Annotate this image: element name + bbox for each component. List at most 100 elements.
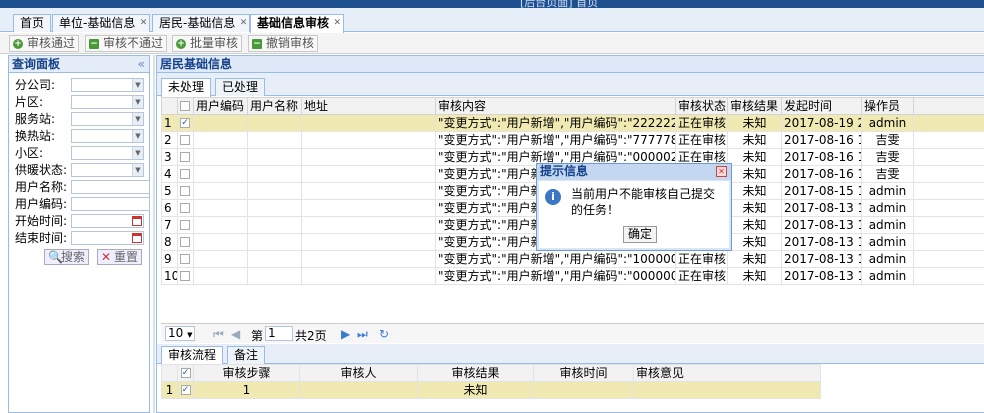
row-checkbox[interactable] (177, 250, 194, 268)
filler-cell (913, 233, 984, 251)
alert-dialog: 提示信息 ✕ i 当前用户不能审核自己提交的任务！ 确定 (536, 163, 732, 251)
tab-unprocessed[interactable]: 未处理 (161, 78, 212, 97)
filler-cell (913, 267, 984, 285)
row-number: 6 (161, 199, 178, 217)
community-label: 小区: (15, 146, 44, 160)
heating-status-label: 供暖状态: (15, 163, 68, 177)
next-page-icon[interactable]: ▶ (341, 327, 350, 341)
calendar-icon[interactable] (132, 216, 142, 226)
table-row[interactable]: 1 ✓ "变更方式":"用户新增","用户编码":"2222225 正在审核 未知 201… (161, 114, 984, 132)
col-user-name[interactable]: 用户名称 (247, 97, 302, 115)
select-all-checkbox[interactable] (177, 97, 194, 115)
tab-processed[interactable]: 已处理 (215, 78, 266, 96)
tab-audit-flow[interactable]: 审核流程 (161, 346, 224, 365)
last-page-icon[interactable]: ⏭ (357, 327, 368, 342)
revoke-audit-button[interactable]: − 撤销审核 (248, 35, 319, 52)
col-audit-status[interactable]: 审核状态 (675, 97, 728, 115)
close-icon[interactable]: ✕ (333, 15, 341, 32)
close-icon[interactable]: ✕ (240, 15, 248, 32)
user-name-input[interactable] (71, 180, 150, 194)
detail-tabs: 审核流程 备注 (157, 344, 984, 365)
refresh-icon[interactable]: ↻ (379, 327, 389, 341)
user-code-input[interactable] (71, 197, 150, 211)
col-audit-step[interactable]: 审核步骤 (193, 364, 300, 382)
table-row[interactable]: 2 "变更方式":"用户新增","用户编码":"7777787 正在审核 未知 2017… (161, 131, 984, 149)
company-select[interactable]: ▼ (71, 78, 144, 92)
tab-label: 居民-基础信息 (159, 16, 236, 30)
row-number-header (161, 97, 178, 115)
heating-status-select[interactable]: ▼ (71, 163, 144, 177)
audit-result-cell: 未知 (727, 114, 782, 132)
col-start-time[interactable]: 发起时间 (781, 97, 862, 115)
page-number-input[interactable]: 1 (265, 326, 293, 341)
batch-audit-button[interactable]: + 批量审核 (172, 35, 243, 52)
tab-home[interactable]: 首页 (13, 14, 52, 32)
row-checkbox[interactable] (177, 233, 194, 251)
flow-result: 未知 (417, 381, 534, 399)
heat-station-label: 换热站: (15, 129, 56, 143)
ok-button[interactable]: 确定 (623, 226, 657, 243)
approve-button[interactable]: + 审核通过 (9, 35, 80, 52)
chevron-down-icon: ▼ (132, 79, 143, 91)
close-icon[interactable]: ✕ (716, 166, 727, 177)
tab-label: 基础信息审核 (257, 16, 330, 30)
search-button[interactable]: 🔍 搜索 (44, 249, 90, 265)
user-code-cell (193, 148, 248, 166)
collapse-icon[interactable]: « (138, 56, 145, 72)
row-checkbox[interactable] (177, 131, 194, 149)
page-size-select[interactable]: 10 ▼ (165, 326, 195, 341)
query-panel-title: 查询面板 « (9, 56, 149, 73)
user-name-cell (247, 233, 302, 251)
col-audit-opinion[interactable]: 审核意见 (633, 364, 821, 382)
splitter[interactable] (153, 55, 155, 413)
reject-button[interactable]: − 审核不通过 (85, 35, 168, 52)
tab-info-audit[interactable]: 基础信息审核 ✕ (250, 14, 345, 33)
table-row[interactable]: 10 "变更方式":"用户新增","用户编码":"0000001正在审核未知201… (161, 267, 984, 285)
row-checkbox[interactable] (177, 165, 194, 183)
address-cell (301, 182, 436, 200)
col-audit-time[interactable]: 审核时间 (533, 364, 634, 382)
col-address[interactable]: 地址 (301, 97, 436, 115)
col-auditor[interactable]: 审核人 (299, 364, 418, 382)
select-all-checkbox[interactable]: ✓ (177, 364, 194, 382)
close-icon[interactable]: ✕ (140, 15, 148, 32)
col-operator[interactable]: 操作员 (861, 97, 914, 115)
prev-page-icon[interactable]: ◀ (231, 327, 240, 341)
user-name-cell (247, 131, 302, 149)
service-station-select[interactable]: ▼ (71, 112, 144, 126)
col-flow-result[interactable]: 审核结果 (417, 364, 534, 382)
row-checkbox[interactable] (177, 267, 194, 285)
operator-cell: admin (861, 216, 914, 234)
end-time-input[interactable] (71, 231, 144, 245)
row-checkbox[interactable] (177, 216, 194, 234)
tab-unit-info[interactable]: 单位-基础信息 ✕ (52, 14, 151, 32)
col-user-code[interactable]: 用户编码 (193, 97, 248, 115)
info-icon: i (545, 189, 561, 205)
heat-station-select[interactable]: ▼ (71, 129, 144, 143)
filler-cell (913, 250, 984, 268)
audit-result-cell: 未知 (727, 148, 782, 166)
table-row[interactable]: 1 ✓ 1 未知 (161, 381, 821, 399)
row-checkbox[interactable]: ✓ (177, 381, 194, 399)
first-page-icon[interactable]: ⏮ (213, 327, 224, 342)
tab-label: 单位-基础信息 (59, 16, 136, 30)
district-select[interactable]: ▼ (71, 95, 144, 109)
audit-status-cell: 正在审核 (675, 267, 728, 285)
tab-resident-info[interactable]: 居民-基础信息 ✕ (152, 14, 251, 32)
table-row[interactable]: 9 "变更方式":"用户新增","用户编码":"1000000 正在审核 未知 2017… (161, 250, 984, 268)
col-audit-content[interactable]: 审核内容 (435, 97, 676, 115)
community-select[interactable]: ▼ (71, 146, 144, 160)
operator-cell: 吉雯 (861, 131, 914, 149)
user-name-label: 用户名称: (15, 180, 68, 194)
row-number: 3 (161, 148, 178, 166)
row-checkbox[interactable]: ✓ (177, 114, 194, 132)
chevron-down-icon: ▼ (132, 164, 143, 176)
tab-remarks[interactable]: 备注 (227, 346, 266, 364)
col-audit-result[interactable]: 审核结果 (727, 97, 782, 115)
calendar-icon[interactable] (132, 233, 142, 243)
row-checkbox[interactable] (177, 148, 194, 166)
start-time-input[interactable] (71, 214, 144, 228)
row-checkbox[interactable] (177, 182, 194, 200)
row-checkbox[interactable] (177, 199, 194, 217)
reset-button[interactable]: ✕ 重置 (97, 249, 143, 265)
